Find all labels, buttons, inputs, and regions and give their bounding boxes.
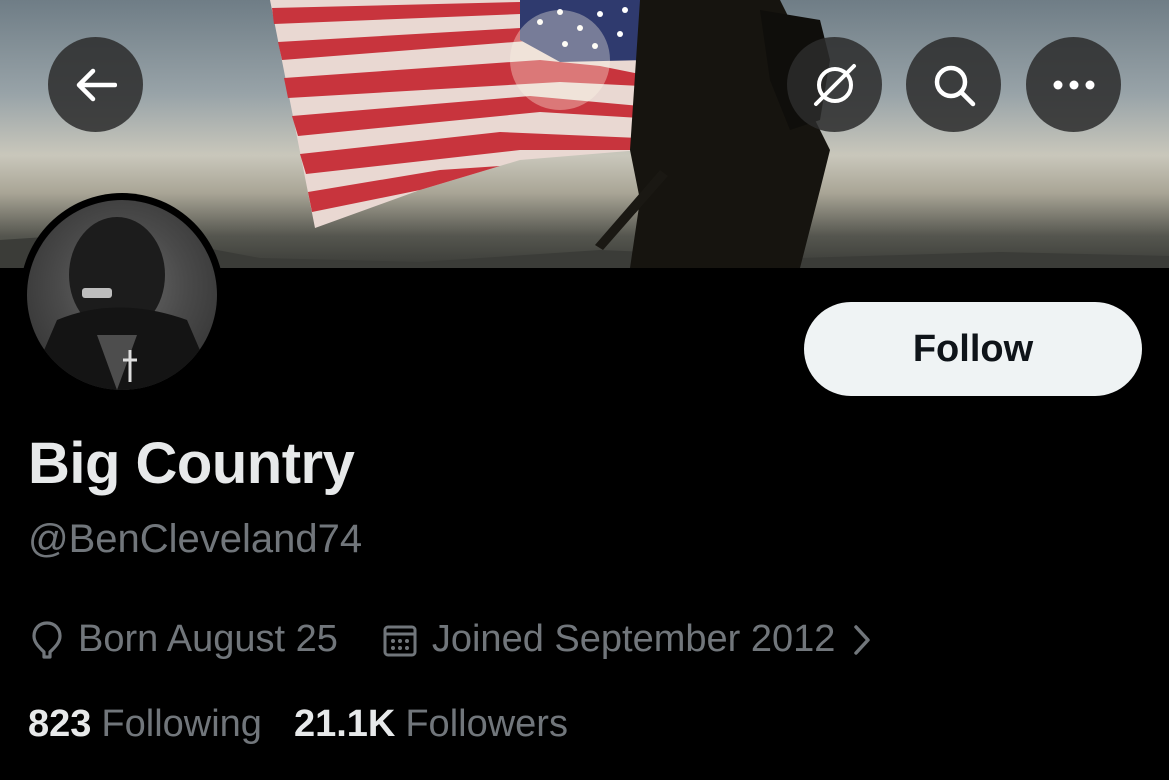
following-label: Following xyxy=(101,703,262,745)
following-stat[interactable]: 823 Following xyxy=(28,703,262,746)
handle: @BenCleveland74 xyxy=(28,517,363,561)
location-pin-icon xyxy=(32,620,62,659)
grok-icon xyxy=(813,63,856,106)
birthday-text: Born August 25 xyxy=(78,618,338,660)
grok-button[interactable] xyxy=(787,37,882,132)
avatar[interactable] xyxy=(20,193,224,397)
avatar-image xyxy=(27,200,217,390)
joined-text: Joined September 2012 xyxy=(431,618,836,660)
followers-label: Followers xyxy=(405,703,568,745)
arrow-left-icon xyxy=(76,68,117,101)
display-name: Big Country xyxy=(28,431,355,496)
search-button[interactable] xyxy=(906,37,1001,132)
follow-button[interactable]: Follow xyxy=(804,302,1142,396)
joined-item[interactable]: Joined September 2012 xyxy=(382,618,888,661)
profile-meta: Born August 25 Joined September 2012 xyxy=(30,618,887,661)
following-count: 823 xyxy=(28,703,92,745)
more-button[interactable] xyxy=(1026,37,1121,132)
birthday-item: Born August 25 xyxy=(30,618,338,661)
more-icon xyxy=(1053,80,1094,89)
followers-count: 21.1K xyxy=(293,703,396,745)
back-button[interactable] xyxy=(48,37,143,132)
follow-stats: 823 Following 21.1K Followers xyxy=(28,703,600,746)
chevron-right-icon xyxy=(854,624,871,655)
search-icon xyxy=(934,65,975,106)
followers-stat[interactable]: 21.1K Followers xyxy=(294,703,568,746)
calendar-icon xyxy=(383,625,417,656)
